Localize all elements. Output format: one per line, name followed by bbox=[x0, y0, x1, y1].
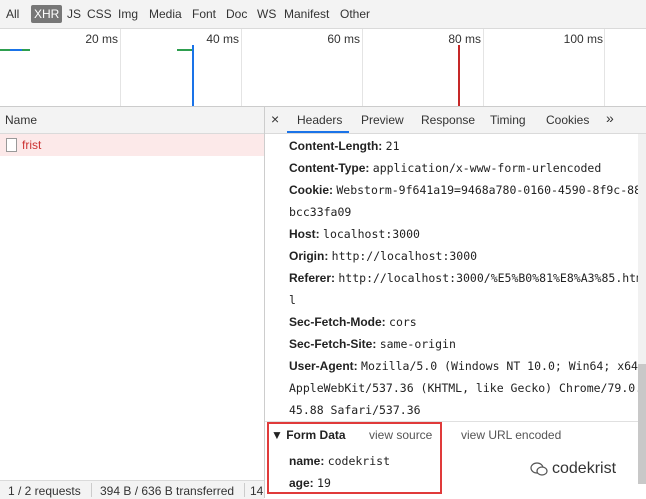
watermark-text: codekrist bbox=[552, 460, 617, 477]
header-value-continued: AppleWebKit/537.36 (KHTML, like Gecko) C… bbox=[289, 377, 646, 399]
header-row: Content-Type: application/x-www-form-url… bbox=[289, 157, 601, 179]
header-value: 45.88 Safari/537.36 bbox=[289, 403, 421, 417]
tick-label: 60 ms bbox=[327, 32, 360, 46]
header-row: Sec-Fetch-Site: same-origin bbox=[289, 333, 456, 355]
close-icon[interactable]: × bbox=[271, 111, 279, 127]
request-name: frist bbox=[22, 138, 42, 152]
file-icon bbox=[6, 138, 17, 152]
tab-response[interactable]: Response bbox=[421, 113, 475, 127]
filter-media[interactable]: Media bbox=[146, 5, 185, 23]
transferred-size: 394 B / 636 B transferred bbox=[100, 484, 235, 498]
filter-bar: All XHR JS CSS Img Media Font Doc WS Man… bbox=[0, 0, 646, 29]
header-name: Content-Type: bbox=[289, 161, 370, 175]
header-value: http://localhost:3000 bbox=[331, 249, 478, 263]
tab-preview[interactable]: Preview bbox=[361, 113, 404, 127]
request-row[interactable]: frist bbox=[0, 134, 264, 156]
header-value: 21 bbox=[385, 139, 400, 153]
name-column-label: Name bbox=[5, 113, 38, 127]
filter-all[interactable]: All bbox=[3, 5, 22, 23]
details-tabbar: × Headers Preview Response Timing Cookie… bbox=[265, 107, 646, 134]
status-divider bbox=[91, 483, 92, 497]
tick-line bbox=[483, 29, 484, 106]
header-value: Mozilla/5.0 (Windows NT 10.0; Win64; x64… bbox=[361, 359, 645, 373]
header-row: Referer: http://localhost:3000/%E5%B0%81… bbox=[289, 267, 643, 289]
filter-css[interactable]: CSS bbox=[84, 5, 115, 23]
header-name: Content-Length: bbox=[289, 139, 383, 153]
status-bar: 1 / 2 requests 394 B / 636 B transferred… bbox=[0, 480, 264, 499]
timeline-marker-blue bbox=[192, 45, 194, 106]
filter-xhr[interactable]: XHR bbox=[31, 5, 63, 23]
filter-img[interactable]: Img bbox=[115, 5, 141, 23]
header-name: Sec-Fetch-Mode: bbox=[289, 315, 386, 329]
tick-label: 20 ms bbox=[85, 32, 118, 46]
scrollbar-thumb[interactable] bbox=[638, 364, 646, 484]
view-url-encoded-link[interactable]: view URL encoded bbox=[461, 428, 561, 442]
more-tabs-icon[interactable]: » bbox=[606, 110, 614, 126]
header-name: Origin: bbox=[289, 249, 329, 263]
header-row: Origin: http://localhost:3000 bbox=[289, 245, 477, 267]
filter-font[interactable]: Font bbox=[189, 5, 219, 23]
tick-label: 100 ms bbox=[563, 32, 603, 46]
tick-line bbox=[604, 29, 605, 106]
header-value: bcc33fa09 bbox=[289, 205, 352, 219]
tick-line bbox=[241, 29, 242, 106]
header-name: User-Agent: bbox=[289, 359, 358, 373]
tab-timing[interactable]: Timing bbox=[490, 113, 526, 127]
filter-js[interactable]: JS bbox=[64, 5, 84, 23]
header-row: Content-Length: 21 bbox=[289, 135, 400, 157]
header-value: AppleWebKit/537.36 (KHTML, like Gecko) C… bbox=[289, 381, 646, 395]
header-value-continued: bcc33fa09 bbox=[289, 201, 351, 223]
tab-headers[interactable]: Headers bbox=[297, 113, 342, 127]
header-value: application/x-www-form-urlencoded bbox=[372, 161, 602, 175]
request-list-pane: Name frist 1 / 2 requests 394 B / 636 B … bbox=[0, 107, 265, 499]
header-value: same-origin bbox=[379, 337, 456, 351]
status-divider bbox=[244, 483, 245, 497]
highlight-annotation-box bbox=[267, 422, 442, 494]
tab-cookies[interactable]: Cookies bbox=[546, 113, 589, 127]
header-name: Sec-Fetch-Site: bbox=[289, 337, 377, 351]
header-value: localhost:3000 bbox=[323, 227, 420, 241]
header-value-continued: 45.88 Safari/537.36 bbox=[289, 399, 421, 421]
header-value: cors bbox=[389, 315, 417, 329]
filter-manifest[interactable]: Manifest bbox=[281, 5, 332, 23]
active-tab-indicator bbox=[287, 131, 349, 133]
filter-doc[interactable]: Doc bbox=[223, 5, 250, 23]
name-column-header[interactable]: Name bbox=[0, 107, 264, 134]
tick-line bbox=[120, 29, 121, 106]
tick-line bbox=[362, 29, 363, 106]
details-scrollbar[interactable] bbox=[638, 134, 646, 484]
header-value: l bbox=[289, 293, 296, 307]
header-name: Referer: bbox=[289, 271, 336, 285]
header-name: Host: bbox=[289, 227, 320, 241]
header-name: Cookie: bbox=[289, 183, 334, 197]
tick-label: 80 ms bbox=[448, 32, 481, 46]
timeline-bar-green bbox=[177, 49, 193, 51]
timeline-overview[interactable]: 20 ms 40 ms 60 ms 80 ms 100 ms bbox=[0, 29, 646, 107]
header-value: Webstorm-9f641a19=9468a780-0160-4590-8f9… bbox=[336, 183, 646, 197]
request-count: 1 / 2 requests bbox=[8, 484, 81, 498]
header-row: Host: localhost:3000 bbox=[289, 223, 420, 245]
header-row: Cookie: Webstorm-9f641a19=9468a780-0160-… bbox=[289, 179, 646, 201]
wechat-icon bbox=[530, 462, 548, 476]
timeline-marker-red bbox=[458, 45, 460, 106]
header-value: http://localhost:3000/%E5%B0%81%E8%A3%85… bbox=[338, 271, 644, 285]
tick-label: 40 ms bbox=[206, 32, 239, 46]
header-row: Sec-Fetch-Mode: cors bbox=[289, 311, 417, 333]
filter-ws[interactable]: WS bbox=[254, 5, 279, 23]
timeline-bar-blue bbox=[10, 49, 22, 51]
header-value-continued: l bbox=[289, 289, 296, 311]
watermark: codekrist bbox=[530, 460, 616, 478]
header-row: User-Agent: Mozilla/5.0 (Windows NT 10.0… bbox=[289, 355, 645, 377]
filter-other[interactable]: Other bbox=[337, 5, 373, 23]
status-overflow: 14 bbox=[250, 484, 264, 498]
